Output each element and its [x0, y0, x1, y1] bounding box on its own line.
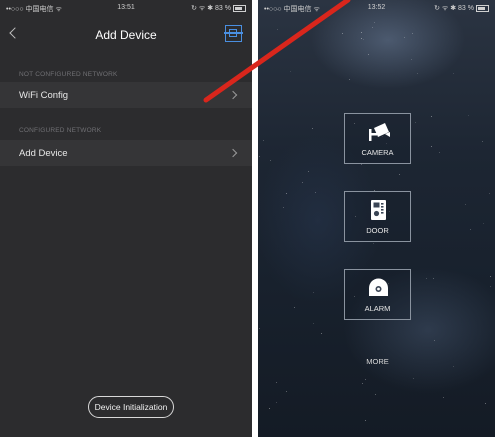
star-dot [276, 382, 277, 383]
door-tile[interactable]: DOOR [344, 191, 411, 242]
star-dot [433, 278, 434, 279]
alarm-label: ALARM [364, 304, 391, 313]
door-label: DOOR [366, 226, 389, 235]
door-intercom-icon [345, 199, 410, 221]
star-dot [412, 33, 413, 34]
star-dot [276, 402, 277, 403]
star-dot [483, 223, 484, 224]
star-dot [411, 59, 412, 60]
star-dot [413, 378, 414, 379]
star-dot [373, 243, 374, 244]
star-dot [490, 276, 491, 277]
star-dot [365, 379, 366, 380]
star-dot [470, 229, 471, 230]
star-dot [286, 391, 287, 392]
star-dot [315, 192, 316, 193]
star-dot [375, 394, 376, 395]
star-dot [308, 171, 309, 172]
section-header-configured: CONFIGURED NETWORK [19, 127, 102, 134]
star-dot [263, 140, 264, 141]
star-dot [270, 160, 271, 161]
star-dot [431, 116, 432, 117]
section-header-not-configured: NOT CONFIGURED NETWORK [19, 71, 118, 78]
device-initialization-button[interactable]: Device Initialization [88, 396, 174, 418]
star-dot [482, 141, 483, 142]
cctv-camera-icon [345, 121, 410, 143]
star-dot [426, 278, 427, 279]
star-dot [362, 383, 363, 384]
star-dot [399, 174, 400, 175]
more-link[interactable]: MORE [344, 357, 411, 366]
star-dot [434, 340, 435, 341]
camera-label: CAMERA [361, 148, 394, 157]
star-dot [259, 328, 260, 329]
star-dot [321, 333, 322, 334]
star-dot [294, 307, 295, 308]
star-dot [259, 156, 260, 157]
chevron-right-icon [228, 148, 238, 158]
star-dot [489, 193, 490, 194]
add-device-row[interactable]: Add Device [0, 140, 252, 166]
star-dot [468, 115, 469, 116]
battery-icon [476, 4, 489, 12]
red-annotation-arrow [203, 0, 351, 103]
star-dot [365, 420, 366, 421]
star-dot [283, 207, 284, 208]
star-dot [439, 152, 440, 153]
star-dot [465, 204, 466, 205]
star-dot [302, 182, 303, 183]
star-dot [485, 403, 486, 404]
star-dot [361, 164, 362, 165]
star-dot [415, 122, 416, 123]
wifi-config-label: WiFi Config [19, 90, 69, 101]
alarm-tile[interactable]: ALARM [344, 269, 411, 320]
camera-tile[interactable]: CAMERA [344, 113, 411, 164]
status-indicators: ↻ ᯤ ✱ 83 % [434, 4, 489, 13]
star-dot [431, 146, 432, 147]
star-dot [453, 73, 454, 74]
alarm-siren-icon [345, 277, 410, 299]
star-dot [312, 128, 313, 129]
star-dot [286, 193, 287, 194]
star-dot [490, 286, 491, 287]
star-dot [417, 73, 418, 74]
star-dot [443, 397, 444, 398]
star-dot [404, 37, 405, 38]
star-dot [313, 323, 314, 324]
add-device-label: Add Device [19, 148, 68, 159]
star-dot [269, 408, 270, 409]
star-dot [313, 292, 314, 293]
star-dot [453, 366, 454, 367]
